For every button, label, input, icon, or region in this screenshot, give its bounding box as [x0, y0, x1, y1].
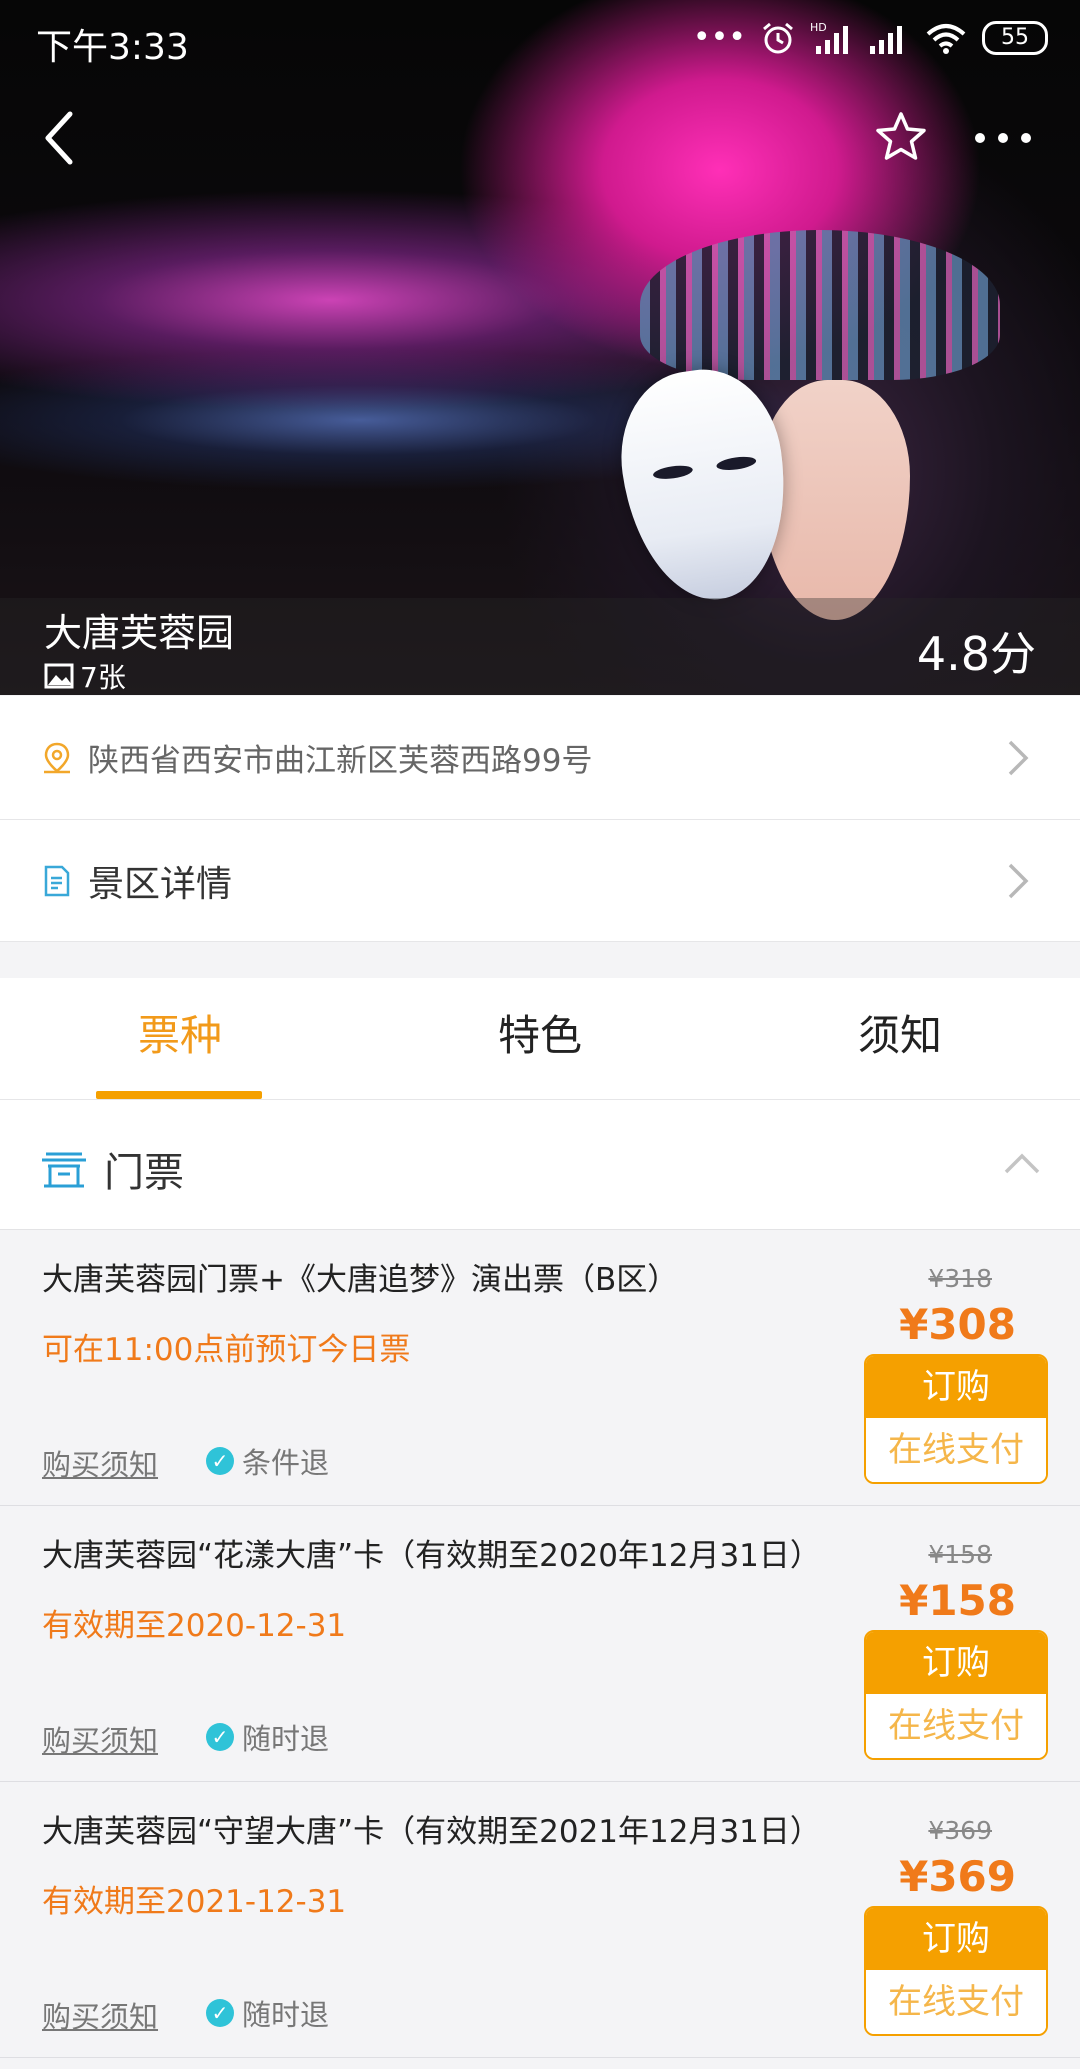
chevron-up-icon[interactable]	[1002, 1150, 1042, 1176]
status-time: 下午3:33	[36, 27, 189, 68]
hero-image[interactable]	[0, 0, 1080, 695]
sale-price: ¥158	[899, 1576, 1016, 1625]
ticket-item[interactable]: 大唐芙蓉园“守望大唐”卡（有效期至2021年12月31日） 有效期至2021-1…	[0, 1782, 1080, 2058]
order-label: 订购	[866, 1356, 1046, 1418]
check-circle-icon: ✓	[206, 1999, 234, 2027]
battery-indicator: 55	[982, 21, 1048, 55]
scenic-detail-label: 景区详情	[88, 863, 233, 905]
image-icon	[44, 663, 74, 689]
tab-features[interactable]: 特色	[360, 978, 720, 1100]
purchase-notice-link[interactable]: 购买须知	[42, 1994, 158, 2036]
ticket-section-header[interactable]: 门票	[0, 1100, 1080, 1230]
chevron-right-icon	[1008, 740, 1029, 775]
ticket-availability: 有效期至2021-12-31	[42, 1884, 347, 1920]
more-dots-icon: •••	[692, 20, 746, 55]
order-label: 订购	[866, 1908, 1046, 1970]
purchase-notice-link[interactable]: 购买须知	[42, 1718, 158, 1760]
gate-icon	[42, 1152, 86, 1188]
signal-icon	[870, 26, 902, 54]
section-title: 门票	[104, 1150, 184, 1196]
refund-label: 随时退	[242, 1998, 330, 2032]
check-circle-icon: ✓	[206, 1447, 234, 1475]
hero-mask	[609, 359, 801, 611]
photo-count[interactable]: 7张	[44, 656, 126, 696]
original-price: ¥158	[928, 1540, 992, 1569]
refund-label: 随时退	[242, 1722, 330, 1756]
status-bar: 下午3:33 ••• HD 55	[0, 0, 1080, 78]
back-icon[interactable]	[40, 108, 80, 168]
online-pay-label: 在线支付	[866, 1970, 1046, 2034]
online-pay-label: 在线支付	[866, 1418, 1046, 1482]
wifi-icon	[926, 24, 966, 54]
address-text: 陕西省西安市曲江新区芙蓉西路99号	[88, 743, 593, 779]
status-icons: ••• HD 55	[693, 18, 1048, 58]
order-button[interactable]: 订购 在线支付	[864, 1906, 1048, 2036]
location-pin-icon	[44, 742, 70, 773]
sale-price: ¥308	[899, 1300, 1016, 1349]
hero-headdress	[640, 230, 1000, 380]
hd-signal-icon: HD	[810, 21, 848, 54]
refund-policy: ✓ 随时退	[206, 1716, 329, 1758]
ticket-item[interactable]: 大唐芙蓉园“花漾大唐”卡（有效期至2020年12月31日） 有效期至2020-1…	[0, 1506, 1080, 1782]
ticket-name: 大唐芙蓉园门票+《大唐追梦》演出票（B区）	[42, 1262, 679, 1298]
purchase-notice-link[interactable]: 购买须知	[42, 1442, 158, 1484]
chevron-right-icon	[1008, 863, 1029, 898]
ticket-availability: 有效期至2020-12-31	[42, 1608, 347, 1644]
ticket-name: 大唐芙蓉园“花漾大唐”卡（有效期至2020年12月31日）	[42, 1538, 821, 1574]
ticket-item[interactable]: 大唐芙蓉园门票+《大唐追梦》演出票（B区） 可在11:00点前预订今日票 购买须…	[0, 1230, 1080, 1506]
original-price: ¥369	[928, 1816, 992, 1845]
refund-policy: ✓ 条件退	[206, 1440, 329, 1482]
scenic-title: 大唐芙蓉园	[44, 611, 235, 655]
sale-price: ¥369	[899, 1852, 1016, 1901]
online-pay-label: 在线支付	[866, 1694, 1046, 1758]
order-label: 订购	[866, 1632, 1046, 1694]
more-menu-icon[interactable]	[968, 118, 1038, 158]
check-circle-icon: ✓	[206, 1723, 234, 1751]
rating-score: 4.8分	[916, 627, 1036, 681]
order-button[interactable]: 订购 在线支付	[864, 1630, 1048, 1760]
favorite-star-icon[interactable]	[874, 110, 928, 164]
tab-ticket-types[interactable]: 票种	[0, 978, 360, 1100]
alarm-icon	[763, 22, 793, 54]
ticket-availability: 可在11:00点前预订今日票	[42, 1332, 411, 1368]
address-row[interactable]: 陕西省西安市曲江新区芙蓉西路99号	[0, 696, 1080, 820]
order-button[interactable]: 订购 在线支付	[864, 1354, 1048, 1484]
refund-label: 条件退	[242, 1446, 330, 1480]
active-tab-indicator	[96, 1091, 262, 1099]
ticket-name: 大唐芙蓉园“守望大唐”卡（有效期至2021年12月31日）	[42, 1814, 821, 1850]
refund-policy: ✓ 随时退	[206, 1992, 329, 2034]
scenic-detail-row[interactable]: 景区详情	[0, 820, 1080, 942]
original-price: ¥318	[928, 1264, 992, 1293]
hd-label: HD	[810, 21, 827, 34]
document-icon	[44, 865, 70, 896]
tab-notice[interactable]: 须知	[720, 978, 1080, 1100]
tab-bar: 票种 特色 须知	[0, 978, 1080, 1100]
photo-count-label: 7张	[80, 661, 126, 694]
